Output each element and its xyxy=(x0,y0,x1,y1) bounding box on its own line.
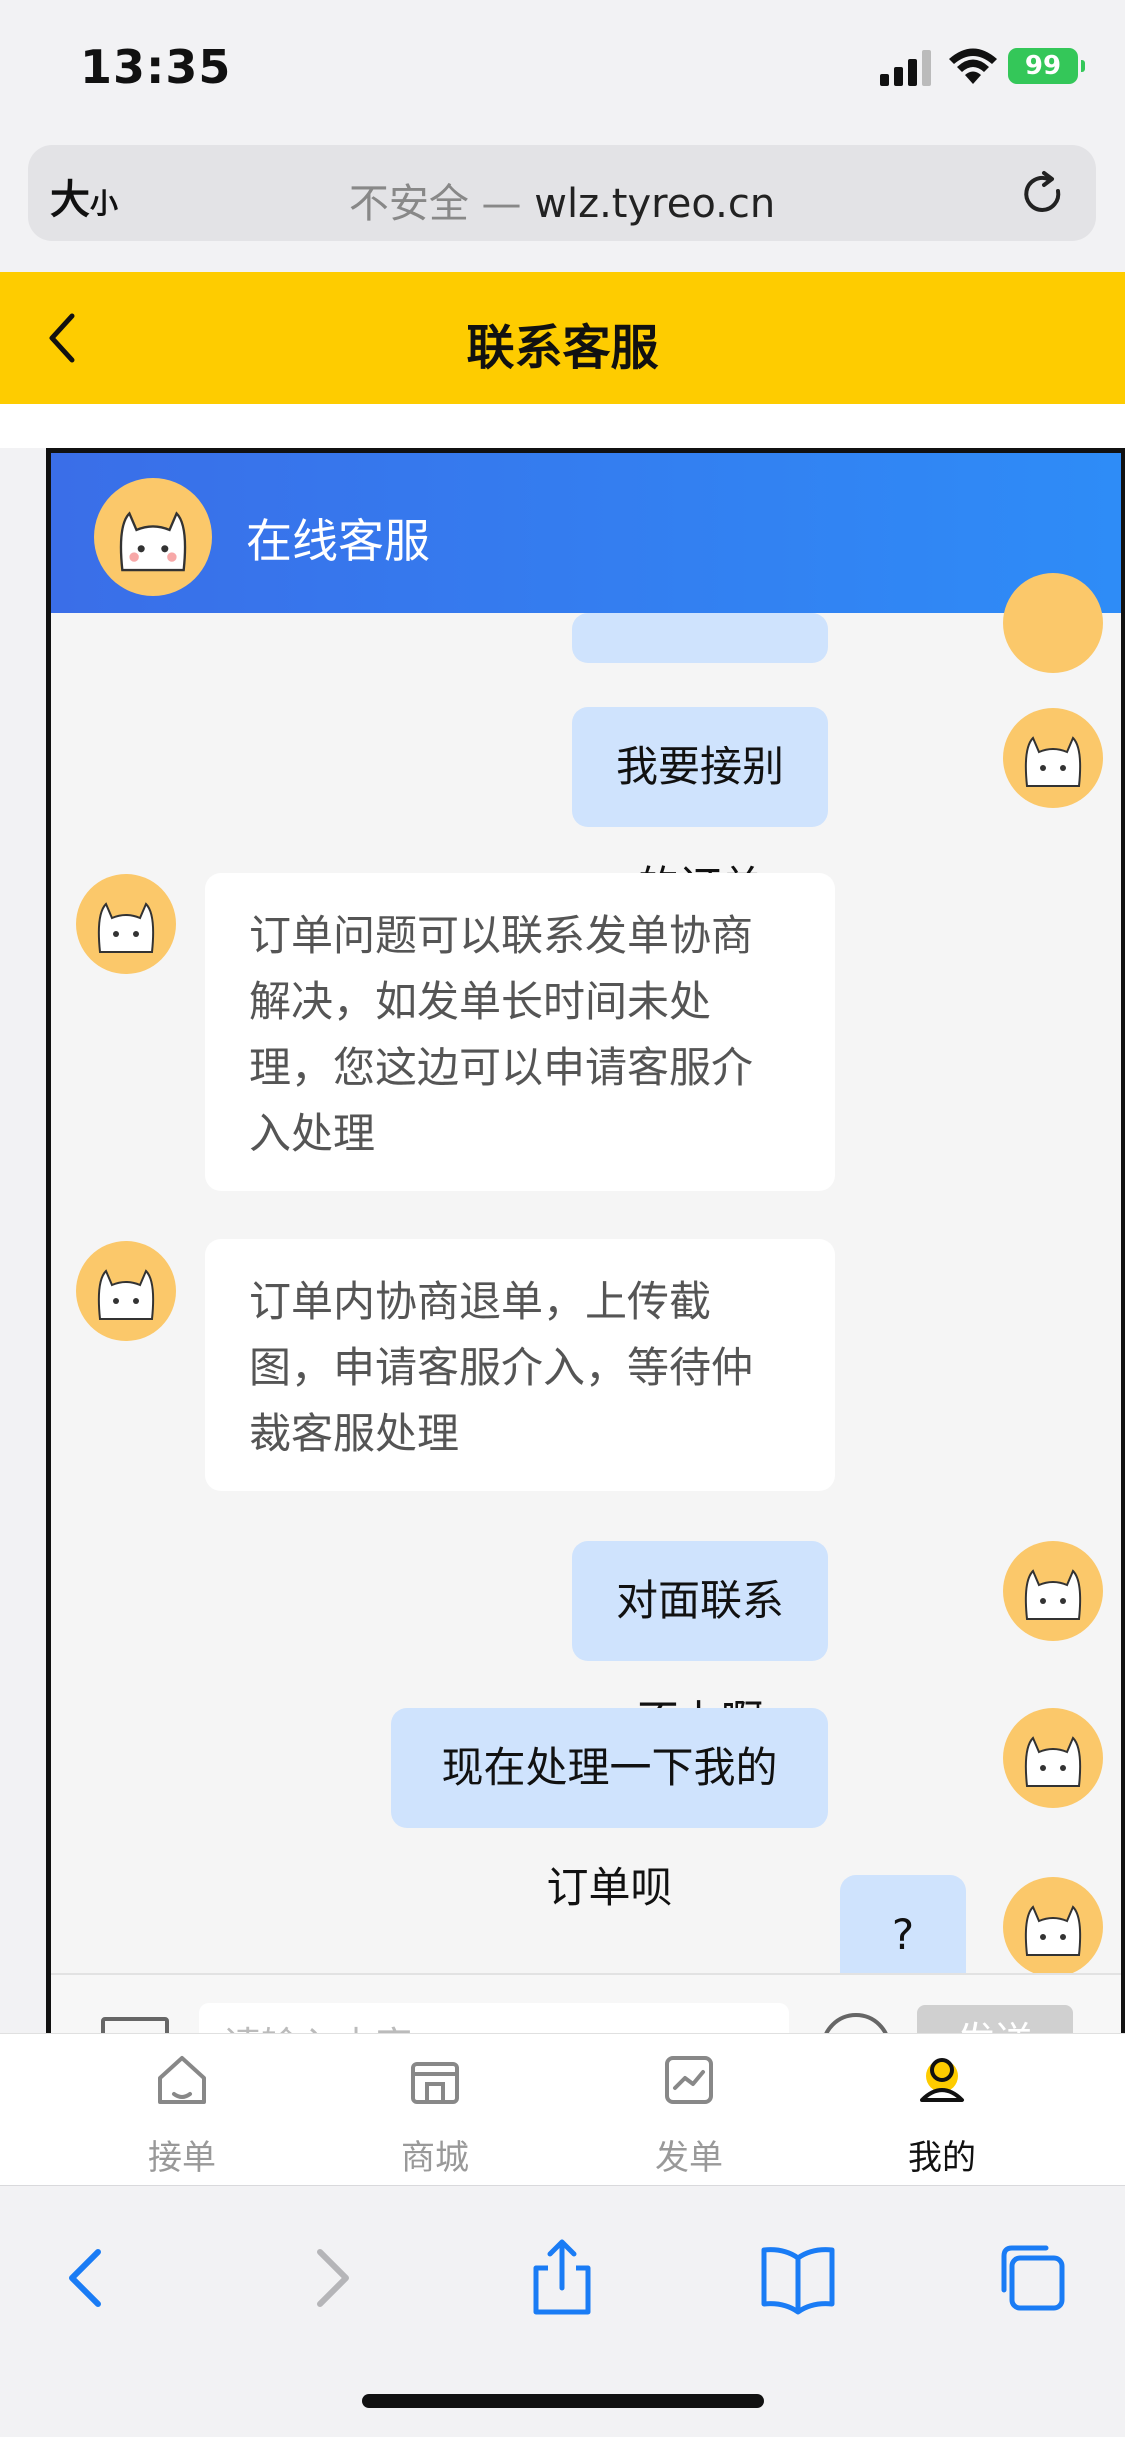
user-avatar xyxy=(1003,1541,1103,1641)
user-avatar xyxy=(1003,708,1103,808)
reload-icon[interactable] xyxy=(1018,169,1068,219)
status-time: 13:35 xyxy=(80,40,232,94)
user-message: 我要接别的订单 xyxy=(572,707,828,911)
cat-icon xyxy=(1024,736,1082,787)
bookmarks-icon[interactable] xyxy=(758,2238,838,2318)
chat-header: 在线客服 xyxy=(51,453,1121,613)
cat-icon xyxy=(1024,1736,1082,1787)
cat-icon xyxy=(1024,1569,1082,1620)
shop-icon xyxy=(411,2062,459,2104)
chat-widget: 在线客服 我要接别的订单 订单问题可以联系发单协商解决，如发单长时间未处理，您这… xyxy=(46,448,1125,2038)
home-icon xyxy=(158,2056,206,2104)
tab-accept-order[interactable]: 接单 xyxy=(82,2034,282,2186)
url-domain: wlz.tyreo.cn xyxy=(534,181,776,227)
tab-label: 我的 xyxy=(908,2138,976,2178)
tab-mine[interactable]: 我的 xyxy=(842,2034,1042,2186)
support-message: 订单问题可以联系发单协商解决，如发单长时间未处理，您这边可以申请客服介入处理 xyxy=(205,873,835,1191)
cat-icon xyxy=(97,1269,155,1320)
user-avatar xyxy=(1003,1877,1103,1977)
wifi-icon xyxy=(949,48,997,84)
cat-icon xyxy=(97,902,155,953)
user-message: 现在处理一下我的订单呗 xyxy=(391,1708,828,1912)
message-composer: 请输入内容 发送 xyxy=(51,1973,1121,2038)
cat-icon xyxy=(1024,1905,1082,1956)
url-text[interactable]: 不安全 — wlz.tyreo.cn xyxy=(28,171,1096,229)
share-icon[interactable] xyxy=(522,2238,602,2318)
address-bar[interactable]: 大小 不安全 — wlz.tyreo.cn xyxy=(28,145,1096,241)
support-avatar xyxy=(94,478,212,596)
cat-icon xyxy=(119,511,187,572)
support-avatar xyxy=(76,1241,176,1341)
battery-indicator: 99 xyxy=(1008,48,1085,84)
tab-publish-order[interactable]: 发单 xyxy=(589,2034,789,2186)
user-avatar xyxy=(1003,573,1103,673)
bottom-tab-bar: 接单 商城 发单 我的 xyxy=(0,2033,1125,2186)
browser-forward-icon[interactable] xyxy=(290,2238,370,2318)
user-avatar xyxy=(1003,1708,1103,1808)
browser-back-icon[interactable] xyxy=(48,2238,128,2318)
page-header: 联系客服 xyxy=(0,272,1125,404)
chat-title: 在线客服 xyxy=(246,514,430,568)
profile-icon xyxy=(920,2058,964,2102)
tabs-icon[interactable] xyxy=(992,2238,1072,2318)
tab-mall[interactable]: 商城 xyxy=(335,2034,535,2186)
tab-label: 发单 xyxy=(655,2138,723,2178)
support-avatar xyxy=(76,874,176,974)
publish-icon xyxy=(665,2056,713,2104)
page-title: 联系客服 xyxy=(466,320,659,376)
tab-label: 商城 xyxy=(401,2138,469,2178)
support-message: 订单内协商退单，上传截图，申请客服介入，等待仲裁客服处理 xyxy=(205,1239,835,1491)
home-indicator xyxy=(362,2394,764,2408)
cellular-signal-icon xyxy=(880,50,931,86)
user-message: 对面联系不上啊 xyxy=(572,1541,828,1745)
status-bar: 13:35 99 xyxy=(0,0,1125,140)
insecure-label: 不安全 — xyxy=(348,181,522,227)
tab-label: 接单 xyxy=(148,2138,216,2178)
